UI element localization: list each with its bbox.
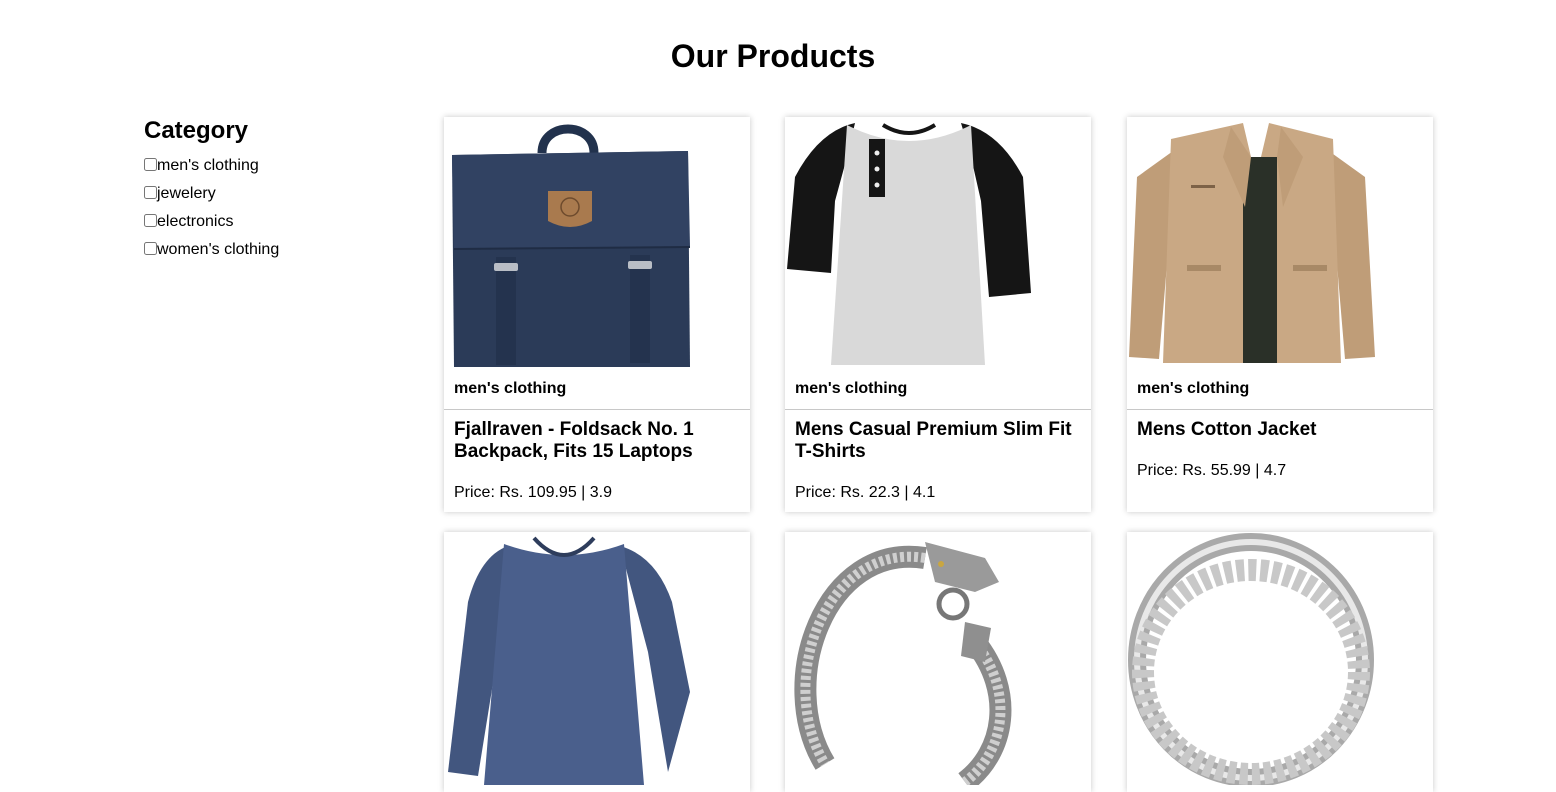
product-price-rating: Price: Rs. 22.3 | 4.1 <box>795 484 936 501</box>
product-card[interactable] <box>444 532 750 792</box>
silver-ring-image <box>1127 532 1433 785</box>
page-title: Our Products <box>670 38 876 74</box>
product-category: men's clothing <box>454 380 567 397</box>
product-name: Mens Casual Premium Slim Fit T-Shirts <box>795 419 1072 462</box>
category-heading: Category <box>144 117 249 144</box>
product-card[interactable]: men's clothing Mens Cotton Jacket Price:… <box>1127 117 1433 512</box>
product-price-rating: Price: Rs. 109.95 | 3.9 <box>454 484 613 501</box>
product-card[interactable] <box>1127 532 1433 792</box>
product-name: Mens Cotton Jacket <box>1137 419 1317 440</box>
card-divider <box>1127 409 1433 410</box>
category-label: jewelery <box>157 185 216 202</box>
long-sleeve-shirt-image <box>444 532 750 785</box>
card-divider <box>785 409 1091 410</box>
raglan-tshirt-image <box>785 117 1091 370</box>
product-card[interactable] <box>785 532 1091 792</box>
category-sidebar: Category men's clothing jewelery electro… <box>144 116 384 264</box>
backpack-image <box>444 117 750 370</box>
category-checkbox[interactable] <box>144 241 157 255</box>
cotton-jacket-image <box>1127 117 1433 370</box>
category-filter-electronics[interactable]: electronics <box>144 208 384 236</box>
dragon-bracelet-image <box>785 532 1091 785</box>
product-card[interactable]: men's clothing Mens Casual Premium Slim … <box>785 117 1091 512</box>
product-category: men's clothing <box>1137 380 1250 397</box>
category-filter-womens-clothing[interactable]: women's clothing <box>144 236 384 264</box>
category-label: women's clothing <box>157 241 280 258</box>
product-name: Fjallraven - Foldsack No. 1 Backpack, Fi… <box>454 419 694 462</box>
category-checkbox[interactable] <box>144 185 157 199</box>
product-card[interactable]: men's clothing Fjallraven - Foldsack No.… <box>444 117 750 512</box>
category-filter-mens-clothing[interactable]: men's clothing <box>144 152 384 180</box>
product-category: men's clothing <box>795 380 908 397</box>
category-filter-jewelery[interactable]: jewelery <box>144 180 384 208</box>
category-checkbox[interactable] <box>144 213 157 227</box>
category-label: electronics <box>157 213 234 230</box>
category-checkbox[interactable] <box>144 157 157 171</box>
card-divider <box>444 409 750 410</box>
category-label: men's clothing <box>157 157 259 174</box>
product-price-rating: Price: Rs. 55.99 | 4.7 <box>1137 462 1287 479</box>
